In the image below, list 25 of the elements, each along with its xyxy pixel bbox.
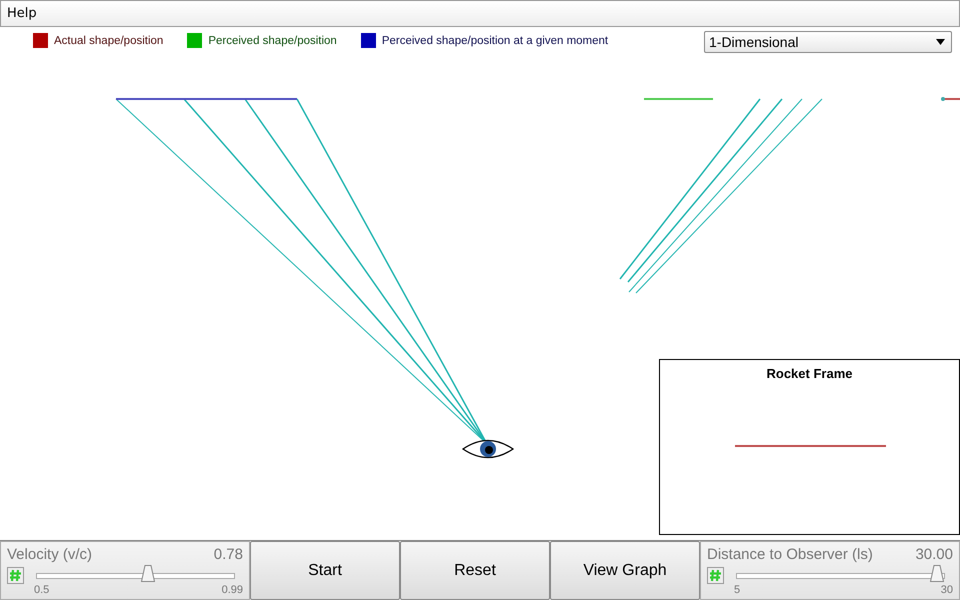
menu-item[interactable]: Help	[7, 6, 37, 21]
caret-icon	[936, 39, 945, 45]
eye-icon	[462, 440, 514, 458]
actual-line	[941, 97, 960, 101]
slider-min: 5	[734, 584, 740, 596]
legend-label: Actual shape/position	[54, 34, 164, 46]
slider-max: 30	[940, 584, 953, 596]
action-button[interactable]: View Graph	[550, 541, 700, 600]
slider-max: 0.99	[222, 584, 243, 596]
slider-label: Velocity (v/c)	[7, 546, 92, 563]
slider-reading: 30.00	[915, 546, 953, 563]
slider-reading: 0.78	[214, 546, 243, 563]
slider-min: 0.5	[34, 584, 50, 596]
perceived-line	[644, 98, 713, 100]
slider-thumb[interactable]	[141, 564, 156, 582]
hash-icon[interactable]	[7, 567, 24, 584]
mode-dropdown[interactable]: 1-Dimensional	[704, 31, 952, 53]
action-button[interactable]: Start	[250, 541, 400, 600]
legend-label: Perceived shape/position	[208, 34, 337, 46]
panel-title: Rocket Frame	[766, 366, 852, 381]
action-button[interactable]: Reset	[400, 541, 550, 600]
hash-icon[interactable]	[707, 567, 724, 584]
slider-label: Distance to Observer (ls)	[707, 546, 873, 563]
legend-label: Perceived shape/position at a given moment	[382, 34, 608, 46]
slider-thumb[interactable]	[930, 564, 944, 582]
